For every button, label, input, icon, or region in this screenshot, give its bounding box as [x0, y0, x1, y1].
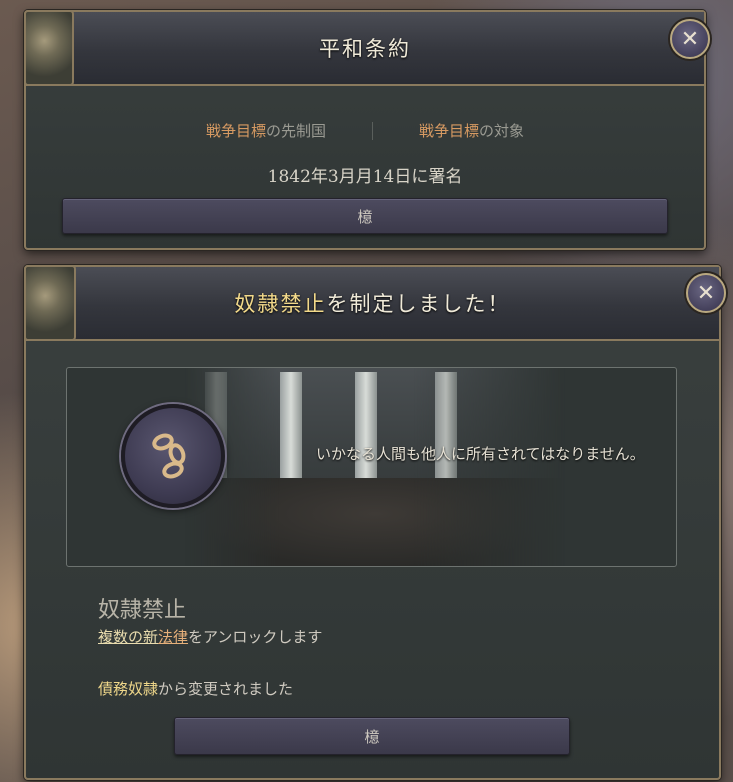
peace-treaty-header: 平和条約 — [26, 12, 704, 86]
peace-treaty-panel: 平和条約 戦争目標の先制国 戦争目標の対象 1842年3月月14日に署名 檍 — [24, 10, 706, 250]
law-name: 奴隷禁止 — [98, 598, 187, 623]
law-ok-label: 檍 — [364, 727, 380, 746]
close-treaty-button[interactable]: ✕ — [670, 19, 710, 59]
signed-date: 1842年3月月14日に署名 — [267, 167, 463, 187]
page-title: 平和条約 — [319, 37, 411, 61]
treaty-ok-button[interactable]: 檍 — [62, 198, 668, 234]
war-goal-target[interactable]: 戦争目標の対象 — [419, 120, 524, 141]
header-portrait-art — [24, 265, 76, 341]
law-ok-button[interactable]: 檍 — [174, 717, 570, 755]
divider — [372, 121, 373, 140]
assembly-scene-image — [185, 368, 565, 566]
law-medal — [121, 404, 225, 508]
broken-chain-icon — [152, 433, 186, 479]
laws-link[interactable]: 法律 — [158, 628, 188, 646]
unlock-laws-text: 複数の新法律をアンロックします — [98, 626, 322, 647]
multiple-new-link[interactable]: 複数の新 — [98, 628, 158, 646]
war-goal-initiator[interactable]: 戦争目標の先制国 — [206, 120, 326, 141]
law-title-highlight[interactable]: 奴隷禁止 — [235, 292, 327, 316]
close-icon: ✕ — [680, 26, 700, 52]
close-icon: ✕ — [696, 280, 716, 306]
law-title-rest: を制定しました！ — [326, 292, 511, 316]
law-enacted-header: 奴隷禁止を制定しました！ — [26, 267, 719, 341]
changed-from-text: 債務奴隷から変更されました — [98, 678, 293, 699]
unlock-suffix: をアンロックします — [188, 628, 323, 646]
law-description: いかなる人間も他人に所有されてはなりません。 — [316, 445, 645, 463]
previous-law-link[interactable]: 債務奴隷 — [98, 680, 158, 698]
law-title: 奴隷禁止を制定しました！ — [235, 288, 511, 318]
header-portrait-art — [24, 10, 74, 86]
changed-suffix: から変更されました — [158, 680, 294, 698]
war-goals-row: 戦争目標の先制国 戦争目標の対象 — [26, 120, 704, 141]
treaty-ok-label: 檍 — [357, 207, 373, 226]
close-law-button[interactable]: ✕ — [686, 273, 726, 313]
